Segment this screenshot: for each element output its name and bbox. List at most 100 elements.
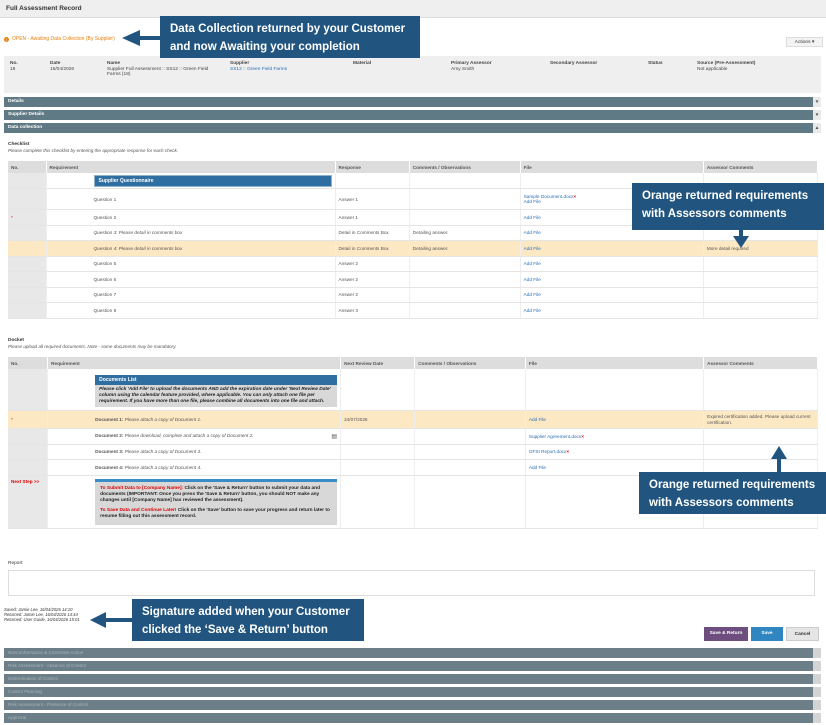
section-determination[interactable]: Determination of Control [4, 674, 821, 684]
comments-cell[interactable] [409, 287, 521, 303]
remove-file-icon[interactable]: × [566, 449, 569, 454]
callout-line: with Assessors comments [649, 497, 794, 509]
col-requirement: Requirement [47, 357, 342, 369]
col-response: Response [335, 161, 410, 173]
section-data-collection[interactable]: Data collection ▴ [4, 123, 821, 133]
next-review-date[interactable]: 24/07/2026 [340, 410, 416, 429]
section-nonconformance[interactable]: Nonconformance & Corrective Action [4, 648, 821, 658]
requirement-cell: Question 3: Please detail in comments bo… [46, 225, 336, 241]
response-cell[interactable]: Answer 2 [335, 256, 410, 272]
add-file-link[interactable]: Add File [529, 417, 546, 422]
table-header: No. Requirement Response Comments / Obse… [8, 161, 819, 173]
section-supplier-details[interactable]: Supplier Details ▾ [4, 110, 821, 120]
chevron-down-icon: ▾ [813, 97, 821, 107]
chevron-down-icon [813, 687, 821, 697]
add-file-link[interactable]: Add File [524, 308, 541, 313]
col-no: No. [8, 357, 49, 369]
supplier-link[interactable]: SS12 :: Green Field Farms [230, 67, 287, 72]
next-step-label: Next Step >> [8, 475, 49, 529]
add-file-link[interactable]: Add File [524, 215, 541, 220]
assessor-comment-cell [703, 302, 819, 319]
add-file-link[interactable]: Add File [524, 246, 541, 251]
document-name: Document 4: [95, 464, 124, 470]
comments-cell[interactable] [409, 209, 521, 226]
submit-heading: To Submit Data to [Company Name]: [100, 485, 184, 491]
add-file-link[interactable]: Add File [524, 230, 541, 235]
callout-line: Orange returned requirements [642, 190, 809, 202]
chevron-down-icon [813, 648, 821, 658]
docket-title: Docket [8, 338, 24, 343]
remove-file-icon[interactable]: × [573, 194, 576, 199]
section-approval[interactable]: Approval [4, 713, 821, 723]
cancel-button[interactable]: Cancel [786, 627, 819, 641]
assessor-comment-cell [703, 271, 819, 288]
save-button[interactable]: Save [751, 627, 783, 641]
status-line: i OPEN - Awaiting Data Collection (By Su… [4, 36, 115, 42]
add-file-link[interactable]: Add File [529, 465, 546, 470]
document-instruction: Please attach a copy of Document 3. [123, 449, 202, 455]
table-row: Question 8 Answer 3 Add File [8, 302, 819, 319]
col-file: File [520, 161, 704, 173]
chevron-down-icon [813, 661, 821, 671]
material-label: Material [353, 61, 372, 66]
arrow-shaft [777, 458, 781, 472]
status-text: OPEN - Awaiting Data Collection (By Supp… [12, 36, 115, 42]
file-link[interactable]: Supplier Agreement.docx [529, 434, 581, 439]
signature-line: Returned: User Guide, 16/04/2026 15:01 [4, 616, 80, 622]
chevron-down-icon [813, 713, 821, 723]
document-instruction: Please attach a copy of Document 1. [123, 417, 202, 422]
callout-line: with Assessors comments [642, 208, 787, 220]
comments-cell[interactable] [409, 271, 521, 288]
response-cell[interactable]: Answer 2 [335, 271, 410, 288]
actions-button[interactable]: Actions ▾ [786, 37, 823, 47]
comments-cell[interactable] [409, 188, 521, 210]
response-cell[interactable]: Detail in Comments Box [335, 225, 410, 241]
callout-orange-returned-1: Orange returned requirements with Assesso… [632, 183, 824, 230]
section-details[interactable]: Details ▾ [4, 97, 821, 107]
section-control-planning[interactable]: Control Planning [4, 687, 821, 697]
comments-cell[interactable] [409, 256, 521, 272]
col-comments: Comments / Observations [409, 161, 521, 173]
table-row: Question 7 Answer 2 Add File [8, 287, 819, 303]
docket-hint: Please upload all required documents. No… [8, 344, 177, 349]
comments-cell[interactable]: Detailing answer. [409, 225, 521, 241]
source-value: Not applicable [697, 66, 728, 72]
response-cell[interactable]: Answer 2 [335, 287, 410, 303]
section-label: Approval [8, 715, 27, 720]
section-risk-absence[interactable]: Risk Assessment - Absence of Control [4, 661, 821, 671]
response-cell[interactable]: Detail in Comments Box [335, 240, 410, 257]
response-cell[interactable]: Answer 3 [335, 302, 410, 319]
section-details-label: Details [8, 99, 24, 104]
assessor-comment-cell: Expired certification added. Please uplo… [703, 410, 818, 429]
save-heading: To Save Data and Continue Later! [100, 508, 177, 514]
response-cell[interactable]: Answer 1 [335, 209, 410, 226]
col-assessor-comments: Assessor Comments [703, 357, 818, 369]
section-label: Control Planning [8, 689, 42, 694]
comments-cell[interactable] [409, 302, 521, 319]
documents-list-heading: Documents List [95, 375, 338, 385]
table-row-returned: * Document 1: Please attach a copy of Doc… [8, 410, 818, 429]
file-link[interactable]: GFSI Report.docx [529, 449, 567, 454]
save-return-button[interactable]: Save & Return [704, 627, 748, 641]
report-field[interactable] [8, 570, 815, 596]
add-file-link[interactable]: Add File [524, 292, 541, 297]
add-file-link[interactable]: Add File [524, 277, 541, 282]
section-risk-presence[interactable]: Risk Assessment - Presence of Control [4, 700, 821, 710]
section-supplier-label: Supplier Details [8, 112, 45, 117]
comments-cell[interactable]: Detailing answer. [409, 240, 521, 257]
download-icon[interactable]: ▤ [331, 433, 337, 440]
chevron-up-icon: ▴ [813, 123, 821, 133]
add-file-link[interactable]: Add File [524, 199, 541, 204]
signature-log: Saved: Jamie Lee, 16/04/2026 14:10 Retur… [4, 607, 80, 622]
section-label: Risk Assessment - Absence of Control [8, 663, 86, 668]
response-cell[interactable]: Answer 1 [335, 188, 410, 210]
next-step-instructions: To Submit Data to [Company Name]: Click … [95, 478, 338, 525]
remove-file-icon[interactable]: × [581, 434, 584, 439]
document-name: Document 1: [95, 417, 124, 422]
add-file-link[interactable]: Add File [524, 261, 541, 266]
callout-orange-returned-2: Orange returned requirements with Assesso… [639, 472, 826, 514]
arrow-shaft [138, 36, 160, 40]
assessor-comment-cell: More detail required [703, 240, 819, 257]
section-data-label: Data collection [8, 125, 43, 130]
col-no: No. [8, 161, 47, 173]
